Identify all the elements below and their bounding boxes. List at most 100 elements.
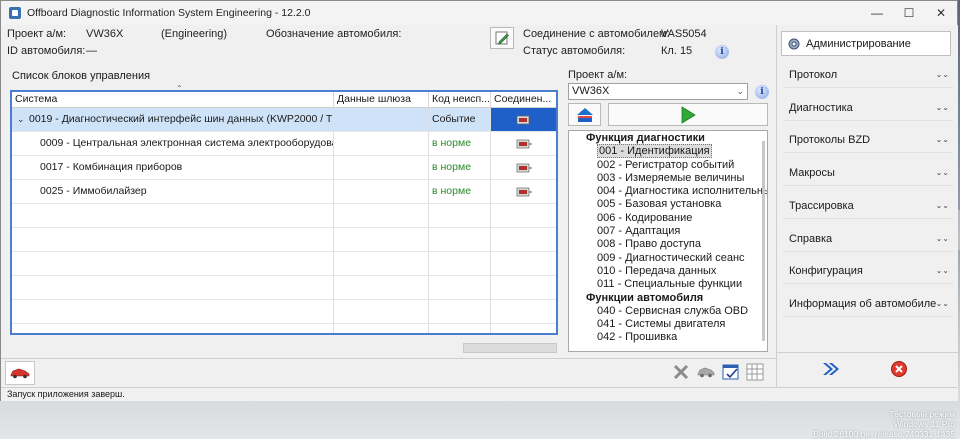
connection-cell[interactable] — [491, 108, 556, 131]
connection-cell[interactable] — [491, 180, 556, 203]
watermark-line-1: Тестовый режим — [889, 409, 955, 419]
administration-button[interactable]: Администрирование — [781, 31, 951, 56]
window-title: Offboard Diagnostic Information System E… — [27, 7, 311, 19]
tree-item[interactable]: 009 - Диагностический сеанс — [569, 252, 767, 265]
vehicle-status-value: Кл. 15 — [661, 45, 693, 57]
vertical-scrollbar[interactable] — [762, 141, 765, 341]
edit-vehicle-button[interactable] — [490, 27, 514, 49]
status-info-icon[interactable]: i — [715, 45, 729, 59]
menu-macros[interactable]: Макросы ⌄⌄ — [783, 160, 953, 186]
start-button[interactable] — [608, 103, 768, 126]
gateway-cell — [334, 108, 429, 131]
menu-protocol[interactable]: Протокол ⌄⌄ — [783, 62, 953, 88]
column-gateway-data[interactable]: Данные шлюза — [334, 92, 429, 107]
car-grey-icon[interactable] — [696, 362, 716, 382]
status-bar: Запуск приложения заверш. — [1, 387, 957, 401]
empty-row — [12, 252, 556, 276]
menu-label: Справка — [789, 233, 833, 245]
table-row[interactable]: ⌄ 0019 - Диагностический интерфейс шин да… — [12, 108, 556, 132]
project-select[interactable]: VW36X ⌄ — [568, 83, 748, 100]
tree-item[interactable]: 002 - Регистратор событий — [569, 159, 767, 172]
tree-item[interactable]: 004 - Диагностика исполнительных — [569, 185, 767, 198]
grid-view-icon[interactable] — [745, 362, 765, 382]
column-system[interactable]: Система — [12, 92, 334, 107]
watermark-line-3: Build 26100.ge_release.240331-1435 — [813, 429, 955, 439]
menu-configuration[interactable]: Конфигурация ⌄⌄ — [783, 258, 953, 284]
car-icon — [10, 368, 30, 379]
ecu-connector-icon — [516, 139, 532, 148]
table-row[interactable]: 0009 - Центральная электронная система э… — [12, 132, 556, 156]
cancel-button[interactable] — [887, 358, 911, 380]
disconnect-tools-icon[interactable] — [671, 362, 691, 382]
diagnostic-functions-panel: Проект а/м: VW36X ⌄ i Функция диагностик… — [563, 68, 773, 358]
menu-tracing[interactable]: Трассировка ⌄⌄ — [783, 193, 953, 219]
tree-item[interactable]: 042 - Прошивка — [569, 331, 767, 344]
chevron-down-icon: ⌄⌄ — [935, 168, 949, 177]
menu-vehicle-info[interactable]: Информация об автомобиле ⌄⌄ — [783, 291, 953, 317]
project-mode: (Engineering) — [161, 28, 228, 40]
maximize-button[interactable]: ☐ — [893, 1, 925, 25]
tree-item[interactable]: 007 - Адаптация — [569, 225, 767, 238]
play-icon — [681, 105, 696, 124]
fault-code-cell: в норме — [429, 132, 491, 155]
tree-item[interactable]: 040 - Сервисная служба OBD — [569, 305, 767, 318]
tree-item[interactable]: 041 - Системы двигателя — [569, 318, 767, 331]
app-window: Offboard Diagnostic Information System E… — [0, 0, 959, 401]
vehicle-tab[interactable] — [5, 361, 35, 385]
menu-label: Диагностика — [789, 102, 853, 114]
system-cell: 0017 - Комбинация приборов — [12, 156, 334, 179]
vehicle-id-value: — — [86, 45, 97, 57]
empty-row — [12, 228, 556, 252]
chevron-down-icon: ⌄ — [736, 86, 744, 96]
tree-item[interactable]: 005 - Базовая установка — [569, 198, 767, 211]
menu-label: Протокол — [789, 69, 838, 81]
table-row[interactable]: 0025 - Иммобилайзер в норме — [12, 180, 556, 204]
horizontal-scrollbar[interactable] — [463, 343, 557, 353]
edit-pencil-icon — [495, 31, 509, 45]
tree-item[interactable]: 008 - Право доступа — [569, 238, 767, 251]
system-name: 0019 - Диагностический интерфейс шин дан… — [29, 113, 333, 125]
connection-cell[interactable] — [491, 132, 556, 155]
menu-label: Трассировка — [789, 200, 854, 212]
function-tree: Функция диагностики 001 - Идентификация … — [568, 130, 768, 352]
chevron-down-icon: ⌄⌄ — [935, 201, 949, 210]
forward-button[interactable] — [819, 358, 843, 380]
tree-group-vehicle-functions[interactable]: Функции автомобиля — [569, 292, 767, 305]
chevron-down-icon: ⌄⌄ — [935, 234, 949, 243]
table-row[interactable]: 0017 - Комбинация приборов в норме — [12, 156, 556, 180]
gear-icon — [788, 38, 800, 49]
project-info-icon[interactable]: i — [755, 85, 769, 99]
administration-label: Администрирование — [806, 37, 911, 50]
menu-diagnostics[interactable]: Диагностика ⌄⌄ — [783, 95, 953, 121]
control-units-grid: Система Данные шлюза Код неисп... Соедин… — [10, 90, 558, 335]
connection-label: Соединение с автомобилем: — [523, 28, 670, 40]
empty-row — [12, 300, 556, 324]
home-button[interactable] — [568, 103, 601, 126]
tree-item[interactable]: 006 - Кодирование — [569, 212, 767, 225]
tree-group-diagnostics[interactable]: Функция диагностики — [569, 132, 767, 145]
home-icon — [576, 107, 593, 122]
tree-item[interactable]: 011 - Специальные функции — [569, 278, 767, 291]
system-cell: 0025 - Иммобилайзер — [12, 180, 334, 203]
menu-help[interactable]: Справка ⌄⌄ — [783, 226, 953, 252]
system-cell: ⌄ 0019 - Диагностический интерфейс шин да… — [12, 108, 334, 131]
fault-code-cell: в норме — [429, 180, 491, 203]
ecu-connector-icon — [516, 187, 532, 196]
menu-bzd-protocols[interactable]: Протоколы BZD ⌄⌄ — [783, 127, 953, 153]
column-connection[interactable]: Соединен... — [491, 92, 556, 107]
window-controls: — ☐ ✕ — [861, 1, 957, 25]
minimize-button[interactable]: — — [861, 1, 893, 25]
tree-item[interactable]: 001 - Идентификация — [569, 144, 767, 159]
checklist-icon[interactable] — [721, 362, 741, 382]
menu-label: Макросы — [789, 167, 835, 179]
tree-item[interactable]: 003 - Измеряемые величины — [569, 172, 767, 185]
gateway-cell — [334, 156, 429, 179]
menu-label: Протоколы BZD — [789, 134, 871, 146]
tree-item[interactable]: 010 - Передача данных — [569, 265, 767, 278]
close-button[interactable]: ✕ — [925, 1, 957, 25]
double-arrow-right-icon — [823, 363, 839, 375]
mid-project-label: Проект а/м: — [568, 69, 628, 81]
connection-cell[interactable] — [491, 156, 556, 179]
expand-chevron-icon[interactable]: ⌄ — [17, 108, 29, 131]
column-fault-code[interactable]: Код неисп... — [429, 92, 491, 107]
